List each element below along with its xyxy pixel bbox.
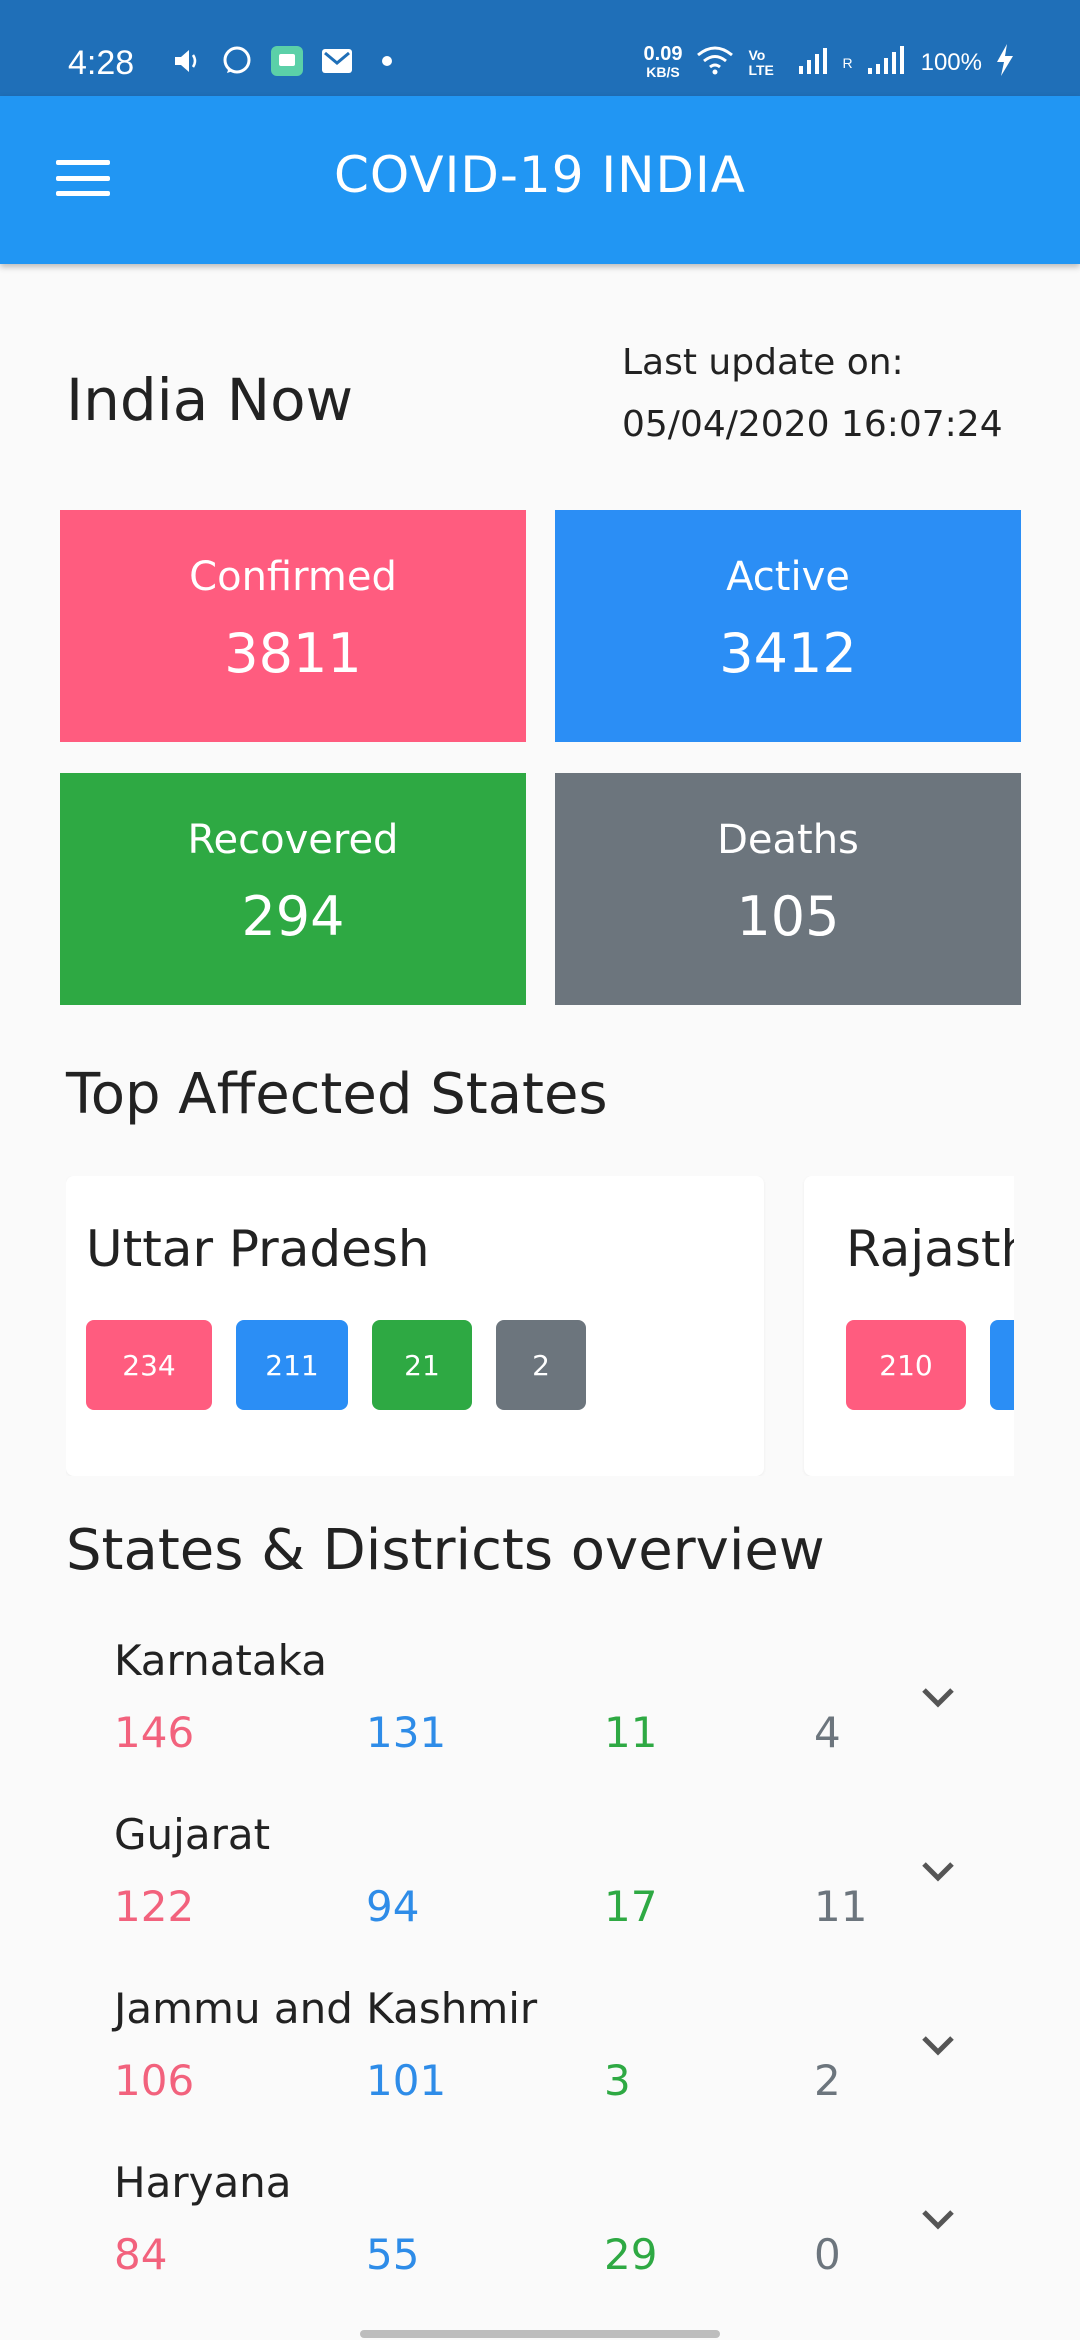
app-title: COVID-19 INDIA	[334, 146, 746, 204]
home-indicator[interactable]	[360, 2330, 720, 2338]
top-affected-carousel[interactable]: Uttar Pradesh 234 211 21 2 Rajasthan 210	[66, 1176, 1014, 1476]
state-recovered: 3	[604, 2056, 631, 2105]
states-overview-title: States & Districts overview	[66, 1518, 825, 1583]
state-card-badges: 234 211 21 2	[86, 1320, 586, 1410]
state-card-name: Uttar Pradesh	[86, 1220, 430, 1278]
expand-chevron-down-icon[interactable]	[910, 2192, 966, 2248]
state-recovered: 29	[604, 2230, 658, 2279]
state-confirmed: 106	[114, 2056, 195, 2105]
battery-level: 100%	[920, 49, 982, 76]
state-confirmed: 84	[114, 2230, 168, 2279]
network-speed: 0.09 KB/S	[643, 43, 683, 81]
state-card-badges: 210	[846, 1320, 1014, 1410]
expand-chevron-down-icon[interactable]	[910, 1670, 966, 1726]
confirmed-label: Confirmed	[189, 554, 397, 600]
state-name: Jammu and Kashmir	[114, 1984, 538, 2033]
top-affected-title: Top Affected States	[66, 1062, 608, 1127]
charging-icon	[996, 44, 1014, 82]
state-recovered: 17	[604, 1882, 658, 1931]
state-active: 101	[366, 2056, 447, 2105]
overview-title: India Now	[66, 366, 354, 434]
state-name: Gujarat	[114, 1810, 271, 1859]
gmail-icon	[320, 46, 354, 76]
confirmed-badge: 210	[846, 1320, 966, 1410]
state-name: Haryana	[114, 2158, 292, 2207]
state-deaths: 11	[814, 1882, 868, 1931]
expand-chevron-down-icon[interactable]	[910, 2018, 966, 2074]
state-row-jammu-and-kashmir[interactable]: Jammu and Kashmir 106 101 3 2	[114, 1984, 994, 2144]
system-status-icons: 0.09 KB/S Vo LTE R 100%	[644, 44, 1014, 82]
state-deaths: 2	[814, 2056, 841, 2105]
confirmed-value: 3811	[224, 622, 362, 685]
deaths-badge: 2	[496, 1320, 586, 1410]
speed-value: 0.09	[643, 43, 683, 65]
recovered-card: Recovered 294	[60, 773, 526, 1005]
state-active: 94	[366, 1882, 420, 1931]
state-card-uttar-pradesh[interactable]: Uttar Pradesh 234 211 21 2	[66, 1176, 764, 1476]
roaming-indicator: R	[842, 55, 853, 71]
deaths-card: Deaths 105	[555, 773, 1021, 1005]
deaths-value: 105	[736, 885, 840, 948]
recovered-value: 294	[241, 885, 345, 948]
status-time: 4:28	[68, 44, 135, 82]
state-name: Karnataka	[114, 1636, 327, 1685]
state-deaths: 0	[814, 2230, 841, 2279]
state-card-name: Rajasthan	[846, 1220, 1014, 1278]
active-badge: 211	[236, 1320, 348, 1410]
active-badge	[990, 1320, 1014, 1410]
state-card-rajasthan[interactable]: Rajasthan 210	[804, 1176, 1014, 1476]
volume-icon	[170, 46, 204, 76]
deaths-label: Deaths	[717, 817, 859, 863]
app-bar: COVID-19 INDIA	[0, 96, 1080, 264]
state-active: 55	[366, 2230, 420, 2279]
state-row-gujarat[interactable]: Gujarat 122 94 17 11	[114, 1810, 994, 1970]
active-card: Active 3412	[555, 510, 1021, 742]
signal-roaming-icon	[867, 46, 907, 80]
last-update: Last update on: 05/04/2020 16:07:24	[622, 332, 1003, 456]
confirmed-badge: 234	[86, 1320, 212, 1410]
recovered-label: Recovered	[187, 817, 399, 863]
state-row-haryana[interactable]: Haryana 84 55 29 0	[114, 2158, 994, 2318]
recovered-badge: 21	[372, 1320, 472, 1410]
more-notifications-dot-icon	[370, 46, 404, 76]
expand-chevron-down-icon[interactable]	[910, 1844, 966, 1900]
whatsapp-icon	[220, 46, 254, 76]
last-update-label: Last update on:	[622, 342, 904, 383]
state-row-karnataka[interactable]: Karnataka 146 131 11 4	[114, 1636, 994, 1796]
active-value: 3412	[719, 622, 857, 685]
notification-icons	[170, 46, 404, 76]
state-deaths: 4	[814, 1708, 841, 1757]
state-confirmed: 122	[114, 1882, 195, 1931]
state-confirmed: 146	[114, 1708, 195, 1757]
active-label: Active	[726, 554, 850, 600]
volte-icon: Vo LTE	[748, 47, 774, 78]
speed-unit: KB/S	[646, 64, 680, 80]
status-bar: 4:28 0.09 KB/S Vo LTE R 100%	[0, 0, 1080, 96]
state-recovered: 11	[604, 1708, 658, 1757]
wifi-icon	[696, 45, 734, 81]
messages-icon	[270, 46, 304, 76]
last-update-value: 05/04/2020 16:07:24	[622, 404, 1003, 445]
confirmed-card: Confirmed 3811	[60, 510, 526, 742]
signal-icon	[798, 46, 828, 80]
state-active: 131	[366, 1708, 447, 1757]
